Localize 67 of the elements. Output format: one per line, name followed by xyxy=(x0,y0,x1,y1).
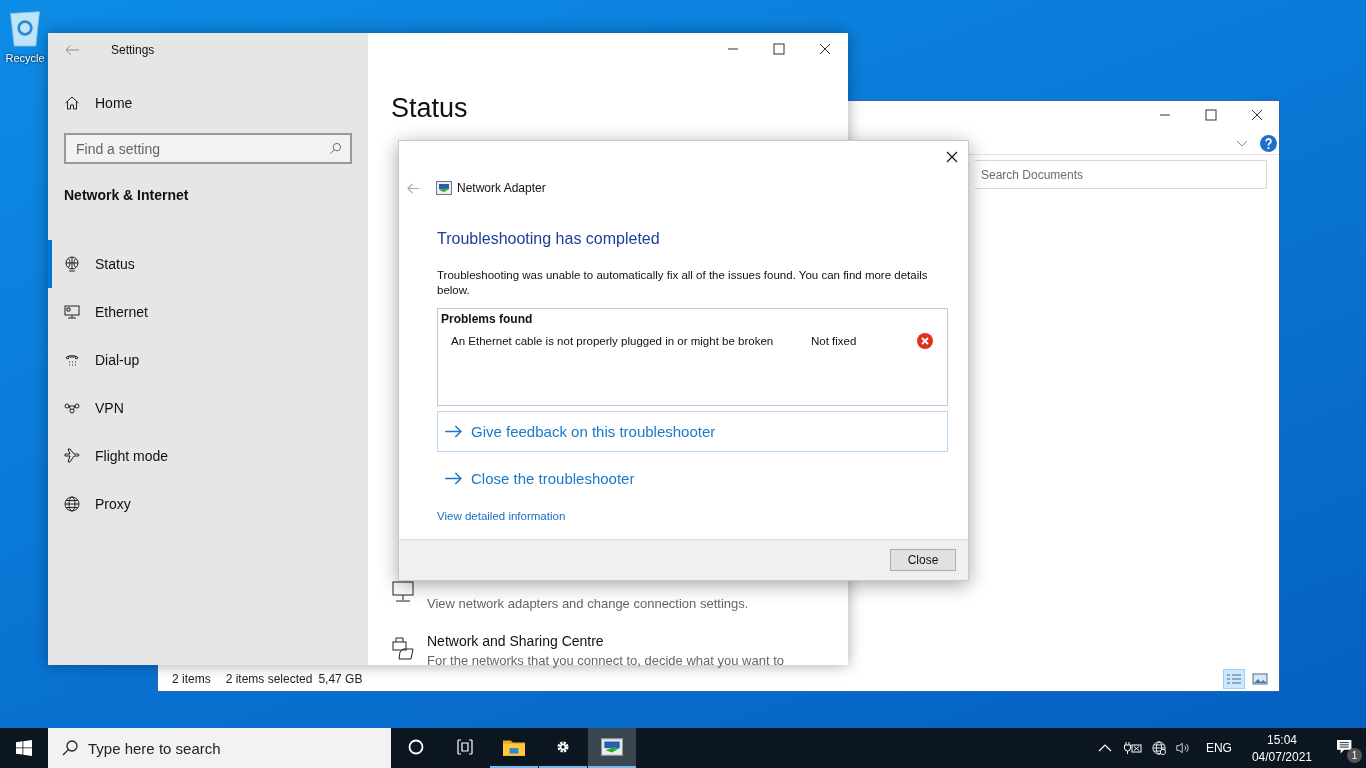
task-view-icon xyxy=(457,739,473,755)
problem-status: Not fixed xyxy=(811,335,858,347)
search-field[interactable]: Type here to search xyxy=(48,728,391,768)
nav-item[interactable]: Dial-up xyxy=(48,336,368,384)
nav-item[interactable]: VPN xyxy=(48,384,368,432)
nav-item[interactable]: Proxy xyxy=(48,480,368,528)
dialog-title: Network Adapter xyxy=(457,181,546,195)
phone-icon xyxy=(64,352,80,368)
image-icon xyxy=(1252,673,1268,685)
command-link[interactable]: Close the troubleshooter xyxy=(437,458,948,499)
command-link[interactable]: Give feedback on this troubleshooter xyxy=(437,411,948,452)
description: For the networks that you connect to, decide what you want to xyxy=(427,653,784,668)
selection-size: 5,47 GB xyxy=(318,672,363,686)
folder-icon xyxy=(503,738,525,756)
item-count: 2 items xyxy=(172,672,211,686)
taskbar-button[interactable] xyxy=(588,728,636,768)
help-icon[interactable] xyxy=(1260,135,1277,152)
network-adapter-icon xyxy=(436,181,452,195)
close-icon[interactable] xyxy=(1251,109,1263,121)
page-title: Status xyxy=(391,93,469,124)
error-icon xyxy=(917,333,933,349)
nav-item[interactable]: Flight mode xyxy=(48,432,368,480)
maximize-icon[interactable] xyxy=(1205,109,1217,121)
close-button[interactable]: Close xyxy=(890,549,956,571)
recycle-bin-icon[interactable] xyxy=(7,8,43,48)
globe-icon xyxy=(64,496,80,512)
desktop-icon-label[interactable]: Recycle xyxy=(5,52,45,64)
network-adapter-icon xyxy=(601,738,623,756)
window-title: Settings xyxy=(111,43,155,57)
nodes-icon xyxy=(64,400,80,416)
list-icon xyxy=(1226,673,1242,685)
monitor-icon xyxy=(64,304,80,320)
clock-time[interactable]: 15:04 xyxy=(1266,732,1297,747)
start-icon[interactable] xyxy=(16,740,32,756)
nav-item[interactable]: Ethernet xyxy=(48,288,368,336)
panel-header: Problems found xyxy=(441,312,534,326)
detail-link[interactable]: View detailed information xyxy=(437,510,566,522)
notification-badge: 1 xyxy=(1347,747,1362,763)
printer-folder-icon xyxy=(391,637,415,661)
home-icon[interactable] xyxy=(64,95,80,111)
volume-icon[interactable] xyxy=(1175,741,1190,755)
maximize-icon[interactable] xyxy=(773,43,785,55)
close-icon[interactable] xyxy=(946,151,958,163)
globe-monitor-icon xyxy=(64,256,80,272)
language-indicator[interactable]: ENG xyxy=(1205,741,1232,755)
gear-icon xyxy=(555,739,571,755)
dialog-heading: Troubleshooting has completed xyxy=(437,230,661,248)
close-icon[interactable] xyxy=(819,43,831,55)
description: View network adapters and change connection settings. xyxy=(427,596,749,611)
globe-icon[interactable] xyxy=(1151,741,1166,755)
search-field[interactable]: Find a setting xyxy=(64,133,352,164)
section-heading: Network & Internet xyxy=(64,187,190,203)
chevron-down-icon[interactable] xyxy=(1236,139,1248,148)
search-icon xyxy=(62,740,78,756)
clock-date[interactable]: 04/07/2021 xyxy=(1251,749,1312,764)
problem-description: An Ethernet cable is not properly plugged in or might be broken xyxy=(451,335,775,347)
arrow-icon xyxy=(444,425,463,438)
selection-count: 2 items selected xyxy=(225,672,313,686)
message: Troubleshooting was unable to automatically fix all of the issues found. You can find more details below. xyxy=(437,268,929,298)
search-icon xyxy=(329,142,342,155)
airplane-icon xyxy=(64,448,80,464)
arrow-icon xyxy=(444,472,463,485)
circle-icon xyxy=(408,739,424,755)
home-link[interactable]: Home xyxy=(95,95,133,111)
monitor-icon xyxy=(391,580,415,604)
link[interactable]: Network and Sharing Centre xyxy=(427,633,784,649)
plug-battery-icon[interactable] xyxy=(1121,741,1142,755)
